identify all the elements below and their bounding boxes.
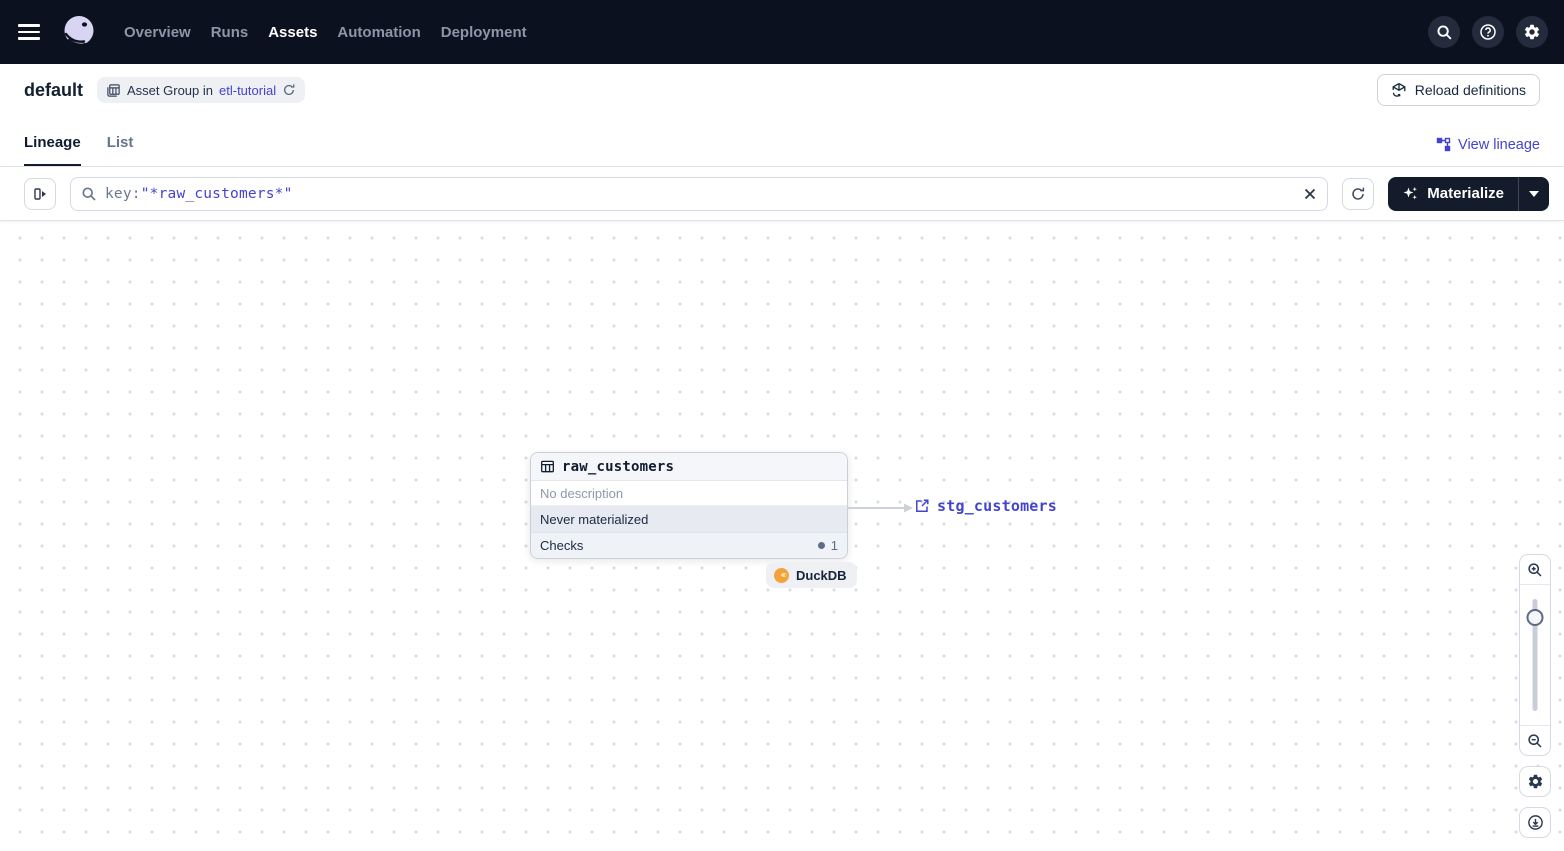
- zoom-controls: [1519, 554, 1551, 756]
- asset-node-raw-customers[interactable]: raw_customers No description Never mater…: [530, 452, 848, 559]
- zoom-out-icon: [1528, 733, 1542, 748]
- reload-definitions-button[interactable]: Reload definitions: [1376, 74, 1540, 106]
- refresh-graph-button[interactable]: [1342, 177, 1375, 210]
- duckdb-icon: [774, 567, 789, 583]
- sync-icon: [1352, 187, 1365, 200]
- top-nav: Overview Runs Assets Automation Deployme…: [0, 0, 1564, 64]
- gear-icon: [1528, 774, 1542, 789]
- code-location-icon: [1392, 83, 1406, 97]
- graph-settings-button[interactable]: [1519, 766, 1551, 797]
- lineage-edge-arrow: [848, 503, 913, 513]
- chevron-down-icon: [1529, 190, 1539, 197]
- materialize-button[interactable]: Materialize: [1388, 177, 1518, 211]
- asset-node-description: No description: [531, 481, 847, 506]
- asset-node-status: Never materialized: [531, 506, 847, 532]
- zoom-in-button[interactable]: [1520, 555, 1550, 585]
- nav-settings-button[interactable]: [1516, 16, 1548, 48]
- tab-lineage[interactable]: Lineage: [24, 134, 81, 166]
- search-key-value: "*raw_customers*": [140, 185, 293, 202]
- external-link-icon: [916, 499, 929, 512]
- materialize-dropdown-button[interactable]: [1519, 177, 1549, 211]
- help-icon: [1480, 24, 1496, 40]
- nav-help-button[interactable]: [1472, 16, 1504, 48]
- sync-status-icon[interactable]: [282, 83, 296, 97]
- lineage-icon: [1436, 137, 1451, 152]
- materialize-label: Materialize: [1427, 185, 1504, 202]
- asset-group-icon: [107, 83, 120, 97]
- nav-link-assets[interactable]: Assets: [268, 24, 317, 41]
- dagster-logo-icon[interactable]: [60, 13, 98, 51]
- tab-list[interactable]: List: [107, 134, 134, 166]
- lineage-toolbar: key:"*raw_customers*" Materialize: [0, 167, 1564, 221]
- zoom-slider-handle[interactable]: [1526, 609, 1544, 626]
- zoom-in-icon: [1528, 562, 1542, 577]
- asset-node-checks-row: Checks 1: [531, 532, 847, 558]
- check-status-dot: [817, 542, 825, 549]
- primary-nav: Overview Runs Assets Automation Deployme…: [124, 24, 527, 41]
- zoom-out-button[interactable]: [1520, 725, 1550, 755]
- checks-count: 1: [830, 538, 838, 553]
- search-icon: [82, 186, 96, 201]
- page-title: default: [24, 79, 84, 100]
- hamburger-menu-button[interactable]: [18, 16, 50, 48]
- nav-link-runs[interactable]: Runs: [211, 24, 249, 41]
- search-key-prefix: key:: [105, 185, 141, 202]
- nav-link-overview[interactable]: Overview: [124, 24, 191, 41]
- downstream-asset-link[interactable]: stg_customers: [914, 497, 1057, 515]
- view-tabs: Lineage List View lineage: [0, 116, 1564, 167]
- clear-search-button[interactable]: [1303, 187, 1317, 201]
- panel-expand-icon: [34, 187, 46, 200]
- nav-link-deployment[interactable]: Deployment: [441, 24, 527, 41]
- asset-node-title: raw_customers: [562, 458, 675, 475]
- asset-group-repo-link[interactable]: etl-tutorial: [219, 83, 276, 98]
- view-lineage-link[interactable]: View lineage: [1436, 137, 1540, 166]
- panel-toggle-button[interactable]: [24, 177, 56, 210]
- hamburger-icon: [18, 24, 40, 27]
- sparkle-icon: [1403, 187, 1418, 200]
- nav-search-button[interactable]: [1428, 16, 1460, 48]
- close-icon: [1305, 188, 1316, 199]
- materialize-split-button: Materialize: [1388, 176, 1549, 211]
- recenter-view-button[interactable]: [1519, 807, 1551, 838]
- gear-icon: [1524, 24, 1540, 40]
- checks-label: Checks: [540, 538, 584, 553]
- page-header: default Asset Group in etl-tutorial Relo…: [0, 64, 1564, 116]
- kind-badge-duckdb[interactable]: DuckDB: [766, 562, 857, 588]
- asset-group-label: Asset Group in: [127, 82, 214, 98]
- lineage-canvas[interactable]: raw_customers No description Never mater…: [0, 221, 1564, 850]
- asset-search-input[interactable]: key:"*raw_customers*": [70, 176, 1329, 211]
- nav-link-automation[interactable]: Automation: [337, 24, 420, 41]
- asset-group-badge: Asset Group in etl-tutorial: [97, 77, 306, 103]
- search-icon: [1436, 24, 1452, 40]
- asset-node-header: raw_customers: [531, 453, 847, 481]
- table-icon: [541, 460, 554, 473]
- circle-arrow-down-icon: [1527, 815, 1543, 830]
- zoom-slider[interactable]: [1520, 585, 1550, 725]
